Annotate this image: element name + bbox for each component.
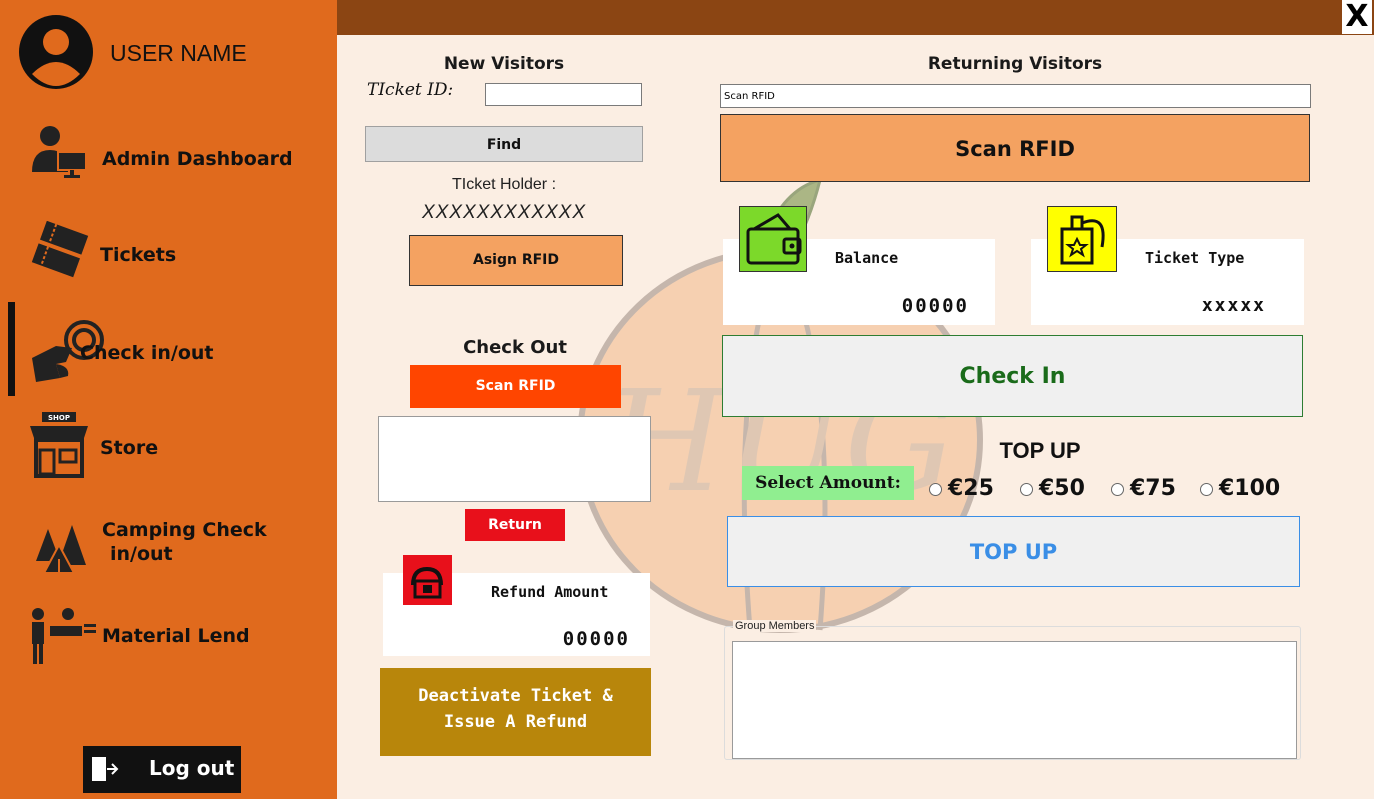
sidebar-item-admin-dashboard[interactable]: Admin Dashboard <box>0 120 337 200</box>
sidebar: USER NAME Admin Dashboard Tickets Check … <box>0 0 337 799</box>
radio-button[interactable] <box>1020 482 1033 496</box>
amount-label: €50 <box>1039 476 1085 501</box>
returning-scan-rfid-button[interactable]: Scan RFID <box>720 114 1310 182</box>
check-out-scan-rfid-button[interactable]: Scan RFID <box>410 365 621 408</box>
ticket-id-input[interactable] <box>485 83 642 106</box>
deactivate-refund-label-line1: Deactivate Ticket & <box>418 686 613 706</box>
sidebar-item-label: Store <box>100 437 159 459</box>
deactivate-refund-label-line2: Issue A Refund <box>443 712 588 732</box>
active-indicator <box>8 302 15 396</box>
logout-icon <box>89 754 119 788</box>
find-button[interactable]: Find <box>365 126 643 162</box>
amount-label: €75 <box>1130 476 1176 501</box>
tickets-icon <box>30 220 92 283</box>
group-members-box: Group Members <box>724 620 1301 760</box>
ticket-badge-icon <box>1047 206 1117 272</box>
check-in-button[interactable]: Check In <box>722 335 1303 417</box>
ticket-id-label: TIcket ID: <box>367 80 454 100</box>
amount-label: €100 <box>1219 476 1281 501</box>
amount-label: €25 <box>948 476 994 501</box>
camping-icon <box>28 515 90 581</box>
material-lend-icon <box>28 604 98 672</box>
sidebar-item-tickets[interactable]: Tickets <box>0 215 337 295</box>
group-members-label: Group Members <box>733 620 817 632</box>
returning-visitors-title: Returning Visitors <box>927 54 1103 74</box>
amount-option-25[interactable]: €25 <box>929 476 994 501</box>
refund-amount-label: Refund Amount <box>491 583 609 601</box>
logout-label: Log out <box>149 756 235 780</box>
sidebar-item-check-in-out[interactable]: Check in/out <box>0 310 337 390</box>
sidebar-item-store[interactable]: SHOP Store <box>0 408 337 488</box>
check-out-display <box>378 416 651 502</box>
svg-text:SHOP: SHOP <box>48 414 70 422</box>
refund-icon <box>403 555 452 605</box>
amount-option-50[interactable]: €50 <box>1020 476 1085 501</box>
radio-button[interactable] <box>1111 482 1124 496</box>
check-out-title: Check Out <box>463 337 567 358</box>
return-button[interactable]: Return <box>465 509 565 541</box>
sidebar-item-label: Check in/out <box>80 342 214 364</box>
ticket-holder-label: TIcket Holder : <box>451 176 557 193</box>
radio-button[interactable] <box>1200 482 1213 496</box>
sidebar-item-material-lend[interactable]: Material Lend <box>0 600 337 680</box>
sidebar-item-label: Material Lend <box>102 625 250 647</box>
user-avatar-icon <box>18 12 94 92</box>
title-bar: X <box>337 0 1374 35</box>
top-up-button[interactable]: TOP UP <box>727 516 1300 587</box>
logout-button[interactable]: Log out <box>83 746 241 793</box>
group-members-list[interactable] <box>732 641 1297 759</box>
top-up-title: TOP UP <box>999 438 1081 463</box>
select-amount-label: Select Amount: <box>742 466 914 500</box>
refund-amount-value: 00000 <box>562 628 630 650</box>
wallet-icon <box>739 206 807 272</box>
sidebar-item-label: Camping Check <box>102 519 267 541</box>
balance-value: 00000 <box>901 295 969 317</box>
close-button[interactable]: X <box>1342 0 1372 34</box>
user-name: USER NAME <box>110 40 247 66</box>
ticket-type-value: xxxxx <box>1201 295 1266 316</box>
amount-option-100[interactable]: €100 <box>1200 476 1280 501</box>
returning-rfid-input[interactable] <box>720 84 1311 108</box>
deactivate-refund-button[interactable]: Deactivate Ticket & Issue A Refund <box>380 668 651 756</box>
assign-rfid-button[interactable]: Asign RFID <box>409 235 623 286</box>
sidebar-item-label: Tickets <box>100 244 177 266</box>
new-visitors-title: New Visitors <box>443 54 565 74</box>
ticket-type-label: Ticket Type <box>1145 249 1245 267</box>
ticket-holder-value: XXXXXXXXXXXX <box>421 202 587 223</box>
sidebar-item-camping[interactable]: Camping Check in/out <box>0 505 337 595</box>
amount-option-75[interactable]: €75 <box>1111 476 1176 501</box>
admin-dashboard-icon <box>28 124 92 184</box>
sidebar-item-label: Admin Dashboard <box>102 148 293 170</box>
radio-button[interactable] <box>929 482 942 496</box>
balance-label: Balance <box>835 249 899 267</box>
sidebar-item-label-line2: in/out <box>110 543 173 565</box>
store-icon: SHOP <box>28 410 90 484</box>
